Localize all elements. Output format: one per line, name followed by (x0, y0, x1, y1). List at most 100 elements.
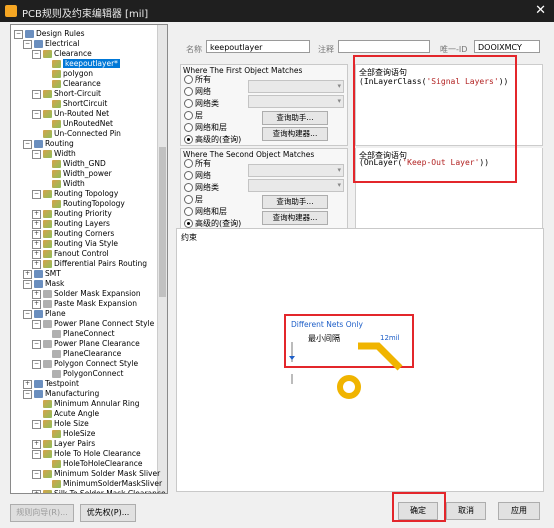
tree-item[interactable]: keepoutlayer* (41, 59, 120, 69)
expand-icon[interactable]: + (32, 289, 41, 299)
uid-field[interactable]: DOOIXMCY (474, 40, 540, 53)
tree-item[interactable]: polygon (41, 69, 93, 79)
priority-button[interactable]: 优先权(P)... (80, 504, 136, 522)
tree-item[interactable]: − Clearance (32, 49, 92, 59)
tree-item[interactable]: − Short-Circuit (32, 89, 101, 99)
collapse-icon[interactable]: − (32, 339, 41, 349)
tree-item[interactable]: + Silk To Solder Mask Clearance (32, 489, 166, 493)
expand-icon[interactable]: + (32, 219, 41, 229)
tree-item[interactable]: HoleToHoleClearance (41, 459, 142, 469)
expand-icon[interactable]: + (32, 259, 41, 269)
tree-item[interactable]: Acute Angle (32, 409, 99, 419)
tree-item[interactable]: − Hole To Hole Clearance (32, 449, 141, 459)
radio-icon[interactable] (184, 111, 193, 120)
tree-item[interactable]: MinimumSolderMaskSliver (41, 479, 162, 489)
collapse-icon[interactable]: − (32, 109, 41, 119)
second-match-option[interactable]: 层 (184, 194, 203, 205)
collapse-icon[interactable]: − (32, 449, 41, 459)
collapse-icon[interactable]: − (32, 419, 41, 429)
tree-item[interactable]: Minimum Annular Ring (32, 399, 140, 409)
tree-item[interactable]: + Routing Layers (32, 219, 110, 229)
expand-icon[interactable]: + (32, 209, 41, 219)
collapse-icon[interactable]: − (23, 309, 32, 319)
tree-item[interactable]: − Electrical (23, 39, 79, 49)
first-query-helper-button[interactable]: 查询助手... (262, 111, 328, 125)
radio-icon[interactable] (184, 75, 193, 84)
first-match-option[interactable]: 网络 (184, 86, 211, 97)
tree-item[interactable]: − Routing Topology (32, 189, 118, 199)
tree-item[interactable]: − Mask (23, 279, 64, 289)
collapse-icon[interactable]: − (32, 319, 41, 329)
rules-tree[interactable]: − Design Rules − Electrical − Clearance keepou… (10, 24, 168, 494)
tree-item[interactable]: − Power Plane Connect Style (32, 319, 154, 329)
collapse-icon[interactable]: − (23, 39, 32, 49)
collapse-icon[interactable]: − (23, 389, 32, 399)
second-query-helper-button[interactable]: 查询助手... (262, 195, 328, 209)
tree-item[interactable]: + Layer Pairs (32, 439, 95, 449)
tree-item[interactable]: − Routing (23, 139, 74, 149)
tree-item[interactable]: − Width (32, 149, 76, 159)
expand-icon[interactable]: + (32, 489, 41, 493)
tree-scroll-thumb[interactable] (159, 147, 166, 297)
tree-item[interactable]: − Polygon Connect Style (32, 359, 138, 369)
radio-icon[interactable] (184, 135, 193, 144)
tree-item[interactable]: − Minimum Solder Mask Sliver (32, 469, 160, 479)
radio-icon[interactable] (184, 195, 193, 204)
collapse-icon[interactable]: − (23, 139, 32, 149)
collapse-icon[interactable]: − (32, 359, 41, 369)
tree-item[interactable]: PlaneConnect (41, 329, 115, 339)
tree-item[interactable]: PolygonConnect (41, 369, 123, 379)
expand-icon[interactable]: + (32, 229, 41, 239)
tree-item[interactable]: Clearance (41, 79, 101, 89)
tree-item[interactable]: RoutingTopology (41, 199, 125, 209)
tree-item[interactable]: + SMT (23, 269, 61, 279)
expand-icon[interactable]: + (32, 249, 41, 259)
second-query-builder-button[interactable]: 查询构建器... (262, 211, 328, 225)
first-match-option[interactable]: 网络和层 (184, 122, 227, 133)
radio-icon[interactable] (184, 207, 193, 216)
collapse-icon[interactable]: − (32, 89, 41, 99)
collapse-icon[interactable]: − (32, 149, 41, 159)
first-query-builder-button[interactable]: 查询构建器... (262, 127, 328, 141)
expand-icon[interactable]: + (32, 239, 41, 249)
tree-scrollbar[interactable] (157, 25, 167, 493)
first-match-option[interactable]: 高级的(查询) (184, 134, 241, 145)
radio-icon[interactable] (184, 123, 193, 132)
tree-item[interactable]: Un-Connected Pin (32, 129, 121, 139)
second-match-option[interactable]: 网络 (184, 170, 211, 181)
expand-icon[interactable]: + (23, 379, 32, 389)
second-match-option[interactable]: 所有 (184, 158, 211, 169)
radio-icon[interactable] (184, 171, 193, 180)
radio-icon[interactable] (184, 183, 193, 192)
expand-icon[interactable]: + (23, 269, 32, 279)
first-combo-2[interactable]: ▾ (248, 95, 344, 108)
tree-item[interactable]: Width (41, 179, 85, 189)
second-match-option[interactable]: 网络和层 (184, 206, 227, 217)
tree-item[interactable]: − Manufacturing (23, 389, 99, 399)
first-match-option[interactable]: 层 (184, 110, 203, 121)
tree-item[interactable]: + Routing Corners (32, 229, 114, 239)
cancel-button[interactable]: 取消 (446, 502, 486, 520)
nets-option-dropdown[interactable]: Different Nets Only (291, 320, 363, 329)
tree-item[interactable]: + Routing Priority (32, 209, 112, 219)
rule-wizard-button[interactable]: 规则向导(R)... (10, 504, 74, 522)
collapse-icon[interactable]: − (32, 49, 41, 59)
tree-item[interactable]: − Design Rules (14, 29, 85, 39)
tree-item[interactable]: UnRoutedNet (41, 119, 113, 129)
tree-item[interactable]: HoleSize (41, 429, 95, 439)
tree-item[interactable]: + Differential Pairs Routing (32, 259, 147, 269)
radio-icon[interactable] (184, 219, 193, 228)
close-icon[interactable]: ✕ (535, 3, 546, 18)
radio-icon[interactable] (184, 87, 193, 96)
radio-icon[interactable] (184, 159, 193, 168)
tree-item[interactable]: − Power Plane Clearance (32, 339, 140, 349)
tree-item[interactable]: + Routing Via Style (32, 239, 118, 249)
apply-button[interactable]: 应用 (498, 502, 540, 520)
first-match-option[interactable]: 网络类 (184, 98, 219, 109)
tree-item[interactable]: PlaneClearance (41, 349, 121, 359)
collapse-icon[interactable]: − (32, 469, 41, 479)
expand-icon[interactable]: + (32, 299, 41, 309)
tree-item[interactable]: ShortCircuit (41, 99, 107, 109)
tree-item[interactable]: + Fanout Control (32, 249, 109, 259)
tree-item[interactable]: Width_GND (41, 159, 106, 169)
